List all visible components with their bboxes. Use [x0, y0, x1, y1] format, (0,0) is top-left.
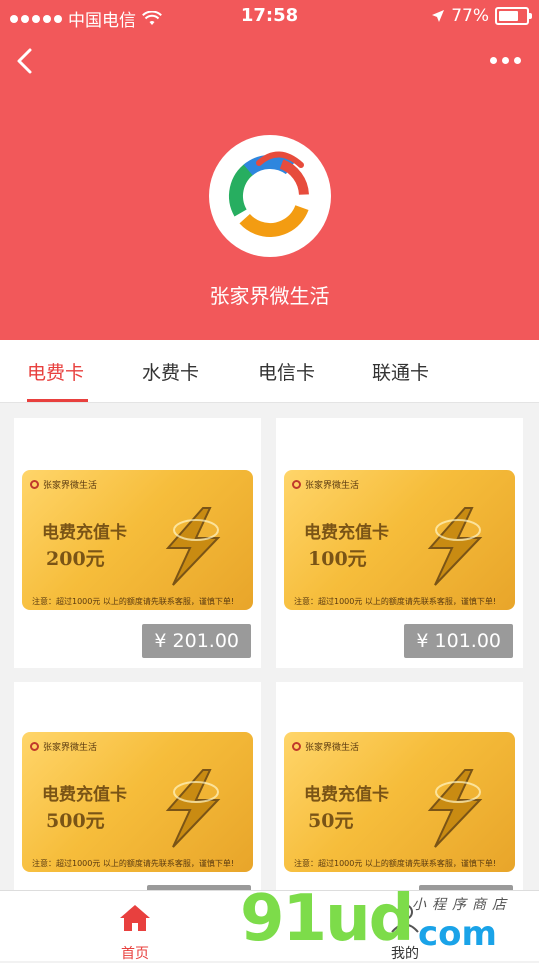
card-note: 注意：超过1000元 以上的额度请先联系客服，谨慎下单! — [32, 859, 235, 868]
home-icon — [120, 905, 150, 931]
product-card[interactable]: 张家界微生活 电费充值卡 500元 注意：超过1000元 以上的额度请先联系客服… — [14, 682, 261, 919]
brand-logo-icon — [30, 480, 39, 489]
location-arrow-icon — [432, 10, 445, 22]
card-title: 电费充值卡 — [42, 523, 127, 543]
bottom-nav: 首页 我的 — [0, 890, 539, 962]
price-button[interactable]: ¥ 101.00 — [404, 624, 513, 658]
nav-mine[interactable]: 我的 — [365, 891, 445, 962]
product-card[interactable]: 张家界微生活 电费充值卡 200元 注意：超过1000元 以上的额度请先联系客服… — [14, 418, 261, 668]
status-bar: 中国电信 17:58 77% — [0, 0, 539, 32]
active-tab-indicator — [27, 399, 88, 402]
battery-percent: 77% — [451, 6, 489, 26]
card-title: 电费充值卡 — [42, 785, 127, 805]
tab-telecom[interactable]: 电信卡 — [258, 358, 315, 385]
product-card[interactable]: 张家界微生活 电费充值卡 100元 注意：超过1000元 以上的额度请先联系客服… — [276, 418, 523, 668]
gift-card-image: 张家界微生活 电费充值卡 50元 注意：超过1000元 以上的额度请先联系客服，… — [284, 732, 515, 872]
card-title: 电费充值卡 — [304, 523, 389, 543]
gift-card-image: 张家界微生活 电费充值卡 200元 注意：超过1000元 以上的额度请先联系客服… — [22, 470, 253, 610]
tab-unicom[interactable]: 联通卡 — [372, 358, 429, 385]
lightning-bolt-icon — [427, 507, 483, 586]
logo-swirl-icon — [229, 151, 311, 237]
shop-name: 张家界微生活 — [209, 284, 330, 308]
tab-water[interactable]: 水费卡 — [142, 358, 199, 385]
back-button[interactable] — [12, 44, 42, 78]
card-brand: 张家界微生活 — [43, 481, 98, 491]
brand-logo-icon — [292, 742, 301, 751]
brand-logo-icon — [30, 742, 39, 751]
battery-icon — [495, 7, 532, 25]
user-icon — [391, 904, 419, 933]
card-amount: 100元 — [308, 548, 367, 570]
nav-mine-label: 我的 — [391, 946, 419, 962]
card-amount: 200元 — [46, 548, 105, 570]
tab-electricity[interactable]: 电费卡 — [27, 358, 84, 385]
lightning-bolt-icon — [427, 769, 483, 848]
lightning-bolt-icon — [165, 507, 221, 586]
card-amount: 500元 — [46, 810, 105, 832]
lightning-bolt-icon — [165, 769, 221, 848]
card-note: 注意：超过1000元 以上的额度请先联系客服，谨慎下单! — [294, 859, 497, 868]
card-title: 电费充值卡 — [304, 785, 389, 805]
card-note: 注意：超过1000元 以上的额度请先联系客服，谨慎下单! — [294, 597, 497, 606]
nav-home[interactable]: 首页 — [95, 891, 175, 962]
card-note: 注意：超过1000元 以上的额度请先联系客服，谨慎下单! — [32, 597, 235, 606]
shop-logo — [209, 135, 331, 257]
header: 中国电信 17:58 77% 张家界微生活 — [0, 0, 539, 340]
gift-card-image: 张家界微生活 电费充值卡 100元 注意：超过1000元 以上的额度请先联系客服… — [284, 470, 515, 610]
nav-home-label: 首页 — [121, 946, 149, 962]
gift-card-image: 张家界微生活 电费充值卡 500元 注意：超过1000元 以上的额度请先联系客服… — [22, 732, 253, 872]
category-tabs: 电费卡 水费卡 电信卡 联通卡 — [0, 340, 539, 403]
product-card[interactable]: 张家界微生活 电费充值卡 50元 注意：超过1000元 以上的额度请先联系客服，… — [276, 682, 523, 919]
chevron-left-icon — [17, 48, 32, 74]
more-options-button[interactable] — [485, 50, 525, 70]
brand-logo-icon — [292, 480, 301, 489]
price-button[interactable]: ¥ 201.00 — [142, 624, 251, 658]
card-brand: 张家界微生活 — [305, 481, 360, 491]
card-brand: 张家界微生活 — [305, 743, 360, 753]
card-brand: 张家界微生活 — [43, 743, 98, 753]
card-amount: 50元 — [308, 810, 354, 832]
